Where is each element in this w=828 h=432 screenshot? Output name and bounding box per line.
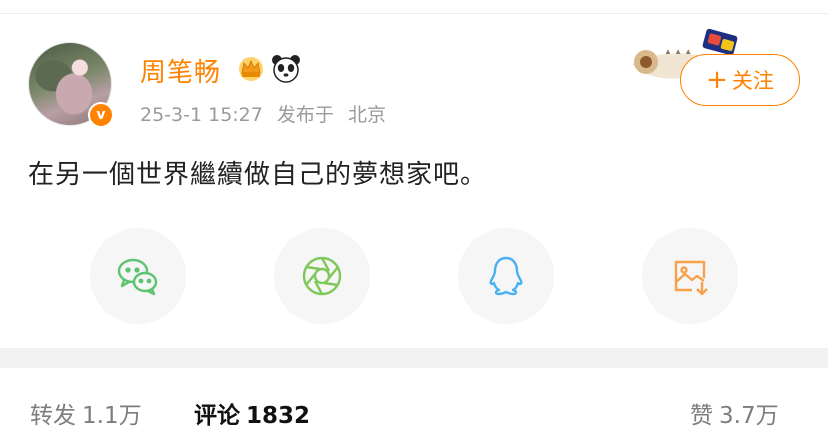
comment-count: 1832 — [246, 403, 311, 429]
follow-button[interactable]: + 关注 — [680, 54, 800, 106]
share-qq-button[interactable] — [458, 228, 554, 324]
plus-icon: + — [706, 65, 728, 95]
crown-icon — [239, 57, 263, 81]
post-meta: 25-3-1 15:27 发布于 北京 — [140, 100, 394, 127]
location-prefix: 发布于 — [276, 104, 334, 126]
save-image-button[interactable] — [642, 228, 738, 324]
share-moments-button[interactable] — [274, 228, 370, 324]
stats-bar: 转发 1.1万 评论 1832 赞 3.7万 — [0, 368, 828, 432]
share-wechat-button[interactable] — [90, 228, 186, 324]
username[interactable]: 周笔畅 — [140, 52, 221, 89]
top-divider — [0, 0, 828, 14]
post-text: 在另一個世界繼續做自己的夢想家吧。 — [28, 160, 488, 190]
post-location: 北京 — [347, 104, 386, 126]
like-count: 3.7万 — [719, 403, 779, 429]
panda-icon — [272, 55, 300, 83]
follow-label: 关注 — [731, 69, 774, 93]
save-image-icon — [674, 260, 708, 296]
repost-label: 转发 — [30, 403, 76, 429]
post-timestamp: 25-3-1 15:27 — [140, 104, 263, 126]
comment-tab[interactable]: 评论 1832 — [194, 396, 310, 430]
like-label: 赞 — [690, 403, 713, 429]
repost-count: 1.1万 — [82, 403, 142, 429]
wechat-icon — [117, 258, 158, 296]
verified-badge: v — [88, 102, 114, 128]
moments-icon — [302, 256, 342, 296]
like-tab[interactable]: 赞 3.7万 — [690, 396, 779, 430]
section-divider — [0, 348, 828, 368]
svg-text:▲ ▲ ▲: ▲ ▲ ▲ — [664, 47, 692, 56]
repost-tab[interactable]: 转发 1.1万 — [30, 396, 142, 430]
qq-icon — [489, 256, 523, 296]
comment-label: 评论 — [194, 403, 240, 429]
verified-mark: v — [96, 107, 106, 123]
